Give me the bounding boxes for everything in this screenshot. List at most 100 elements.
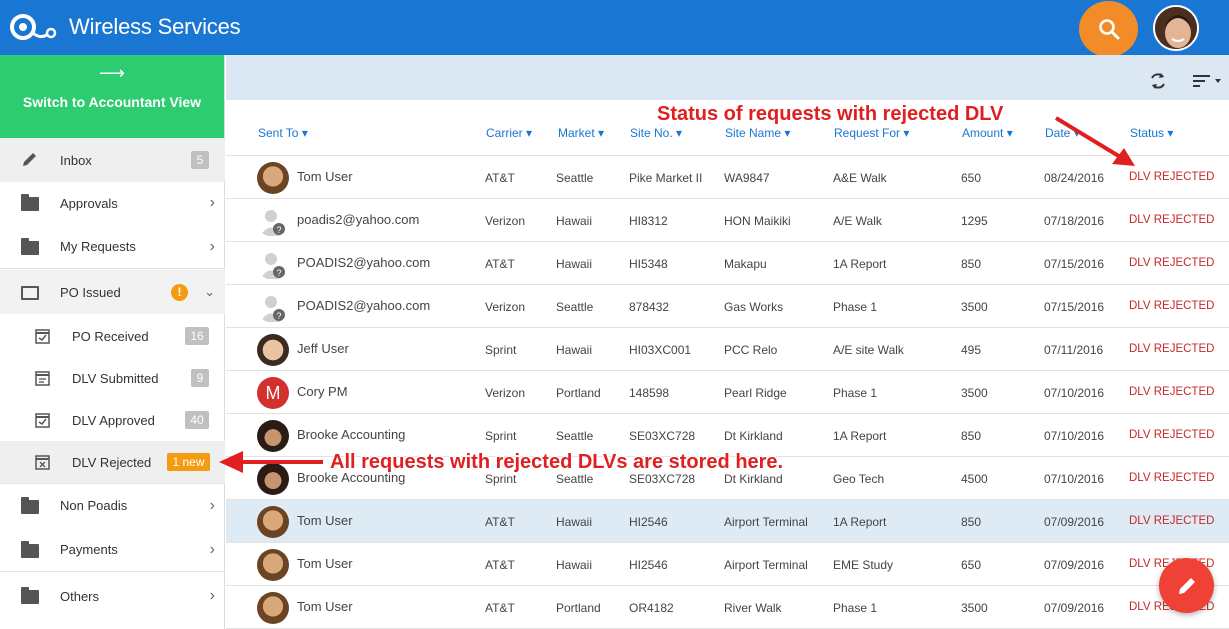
- site-no-cell: HI03XC001: [629, 343, 692, 357]
- search-button[interactable]: [1079, 1, 1138, 57]
- sidebar-item-po-received[interactable]: PO Received 16: [0, 315, 225, 357]
- sent-to-cell: Brooke Accounting: [297, 427, 406, 442]
- date-cell: 07/18/2016: [1044, 214, 1105, 228]
- annotation-arrow-dlv: [219, 451, 323, 473]
- sidebar-item-po-issued[interactable]: PO Issued ! ⌄: [0, 270, 225, 314]
- request-for-cell: Geo Tech: [833, 472, 885, 486]
- placeholder-avatar: ?: [257, 205, 289, 237]
- market-cell: Hawaii: [556, 214, 593, 228]
- sent-to-cell: Tom User: [297, 169, 353, 184]
- sidebar-item-label: Non Poadis: [60, 498, 128, 513]
- column-header-amount[interactable]: Amount ▾: [962, 126, 1013, 140]
- sent-to-cell: Tom User: [297, 513, 353, 528]
- table-row[interactable]: Tom User AT&T Hawaii HI2546 Airport Terminal…: [226, 543, 1229, 586]
- request-for-cell: EME Study: [833, 558, 894, 572]
- folder-icon: [21, 496, 39, 514]
- amount-cell: 650: [961, 171, 982, 185]
- site-name-cell: Makapu: [724, 257, 767, 271]
- inbox-count-badge: 5: [191, 151, 209, 169]
- chevron-right-icon: ›: [209, 540, 215, 558]
- calendar-check-icon: [35, 329, 50, 344]
- column-header-request-for[interactable]: Request For ▾: [834, 126, 909, 140]
- avatar: [257, 334, 289, 366]
- sidebar-item-dlv-rejected[interactable]: DLV Rejected 1 new: [0, 441, 225, 483]
- table-row[interactable]: ? POADIS2@yahoo.com AT&T Hawaii HI5348 Makapu…: [226, 242, 1229, 285]
- amount-cell: 495: [961, 343, 982, 357]
- alert-badge: !: [171, 283, 188, 301]
- market-cell: Hawaii: [556, 515, 593, 529]
- sidebar-item-label: Approvals: [60, 195, 118, 211]
- sidebar-item-label: Payments: [60, 542, 118, 557]
- edit-fab-button[interactable]: [1159, 558, 1214, 613]
- status-cell: DLV REJECTED: [1129, 171, 1215, 183]
- dlv-approved-count-badge: 40: [185, 411, 209, 429]
- avatar: [257, 506, 289, 538]
- date-cell: 07/09/2016: [1044, 601, 1105, 615]
- column-header-market[interactable]: Market ▾: [558, 126, 604, 140]
- market-cell: Seattle: [556, 171, 594, 185]
- toolbar: [226, 55, 1229, 100]
- sort-icon[interactable]: [1192, 73, 1222, 89]
- table-row[interactable]: M Cory PM Verizon Portland 148598 Pearl Ridge…: [226, 371, 1229, 414]
- annotation-dlv-rejected: All requests with rejected DLVs are stor…: [330, 451, 784, 473]
- site-no-cell: HI2546: [629, 558, 668, 572]
- annotation-arrow-status: [1054, 116, 1135, 166]
- site-name-cell: River Walk: [724, 601, 782, 615]
- market-cell: Hawaii: [556, 343, 593, 357]
- table-row[interactable]: Tom User AT&T Portland OR4182 River Walk Phas…: [226, 586, 1229, 629]
- site-no-cell: HI8312: [629, 214, 668, 228]
- sidebar-item-dlv-approved[interactable]: DLV Approved 40: [0, 399, 225, 441]
- table-row[interactable]: Jeff User Sprint Hawaii HI03XC001 PCC Relo A/…: [226, 328, 1229, 371]
- sidebar-item-my-requests[interactable]: My Requests ›: [0, 225, 225, 269]
- switch-accountant-view-button[interactable]: ⟶ Switch to Accountant View: [0, 55, 224, 138]
- date-cell: 07/09/2016: [1044, 558, 1105, 572]
- sent-to-cell: Tom User: [297, 599, 353, 614]
- status-cell: DLV REJECTED: [1129, 386, 1215, 398]
- request-for-cell: A/E site Walk: [833, 343, 904, 357]
- sidebar-item-label: DLV Submitted: [72, 370, 159, 386]
- column-header-site-name[interactable]: Site Name ▾: [725, 126, 790, 140]
- carrier-cell: Verizon: [485, 386, 526, 400]
- sidebar-item-payments[interactable]: Payments ›: [0, 528, 225, 572]
- carrier-cell: Sprint: [485, 472, 517, 486]
- request-for-cell: A&E Walk: [833, 171, 887, 185]
- table-row[interactable]: ? poadis2@yahoo.com Verizon Hawaii HI8312 HON…: [226, 199, 1229, 242]
- table-row[interactable]: Tom User AT&T Hawaii HI2546 Airport Terminal…: [226, 500, 1229, 543]
- po-received-count-badge: 16: [185, 327, 209, 345]
- request-for-cell: Phase 1: [833, 300, 878, 314]
- dlv-submitted-count-badge: 9: [191, 369, 209, 387]
- sidebar-item-non-poadis[interactable]: Non Poadis ›: [0, 483, 225, 527]
- sidebar-item-label: My Requests: [60, 239, 136, 254]
- avatar: [257, 162, 289, 194]
- svg-text:?: ?: [276, 268, 281, 278]
- sidebar-item-inbox[interactable]: Inbox 5: [0, 138, 225, 182]
- app-title: Wireless Services: [69, 14, 241, 39]
- table-row[interactable]: ? POADIS2@yahoo.com Verizon Seattle 878432 Ga…: [226, 285, 1229, 328]
- column-header-carrier[interactable]: Carrier ▾: [486, 126, 532, 140]
- site-no-cell: OR4182: [629, 601, 674, 615]
- chevron-right-icon: ›: [209, 237, 215, 255]
- sidebar-item-others[interactable]: Others ›: [0, 574, 225, 618]
- top-bar: Wireless Services: [0, 0, 1229, 57]
- chevron-down-icon: ⌄: [204, 284, 215, 299]
- market-cell: Seattle: [556, 472, 594, 486]
- sidebar-item-label: DLV Approved: [72, 412, 155, 428]
- status-cell: DLV REJECTED: [1129, 429, 1215, 441]
- sent-to-cell: Jeff User: [297, 341, 349, 356]
- date-cell: 07/15/2016: [1044, 300, 1105, 314]
- carrier-cell: AT&T: [485, 171, 515, 185]
- column-header-label: Sent To: [258, 126, 299, 140]
- sent-to-cell: poadis2@yahoo.com: [297, 212, 420, 227]
- site-name-cell: PCC Relo: [724, 343, 778, 357]
- sidebar-item-dlv-submitted[interactable]: DLV Submitted 9: [0, 357, 225, 399]
- market-cell: Hawaii: [556, 257, 593, 271]
- site-no-cell: SE03XC728: [629, 429, 696, 443]
- amount-cell: 3500: [961, 300, 988, 314]
- sidebar-item-approvals[interactable]: Approvals ›: [0, 181, 225, 225]
- column-header-sent-to[interactable]: Sent To ▾: [258, 126, 308, 140]
- folder-icon: [21, 237, 39, 255]
- carrier-cell: AT&T: [485, 257, 515, 271]
- column-header-site-no[interactable]: Site No. ▾: [630, 126, 682, 140]
- refresh-icon[interactable]: [1148, 71, 1168, 91]
- user-avatar[interactable]: [1153, 5, 1199, 51]
